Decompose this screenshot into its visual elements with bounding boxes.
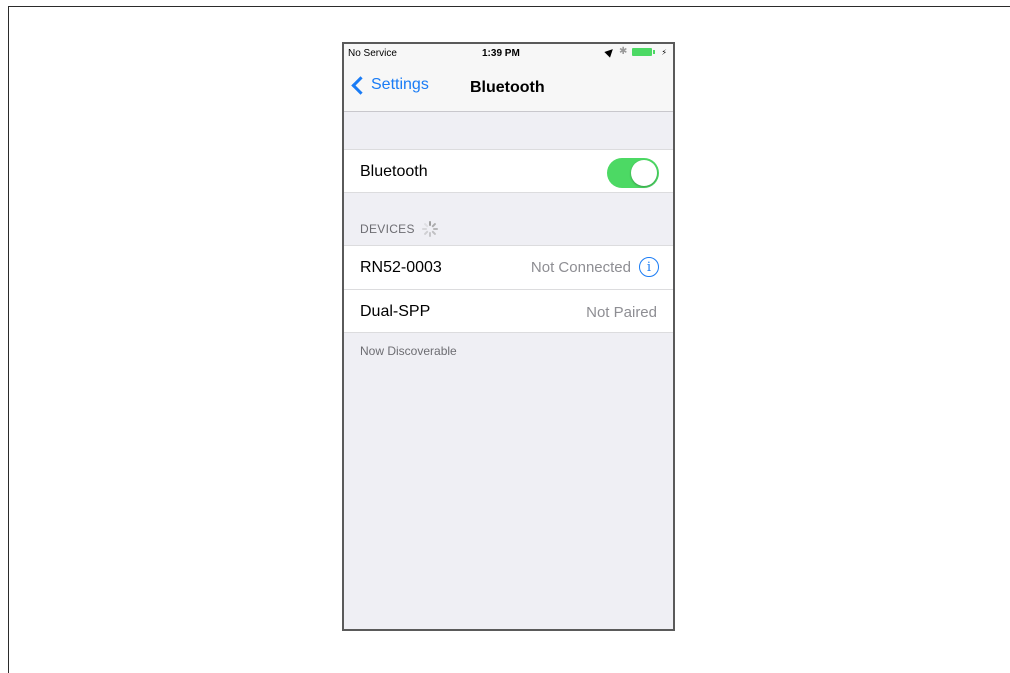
- toggle-knob: [631, 160, 657, 186]
- status-bar: No Service 1:39 PM ✱ ⚡: [344, 44, 673, 64]
- device-row-dual-spp[interactable]: Dual-SPP Not Paired: [344, 289, 673, 333]
- navigation-bar: Settings Bluetooth: [344, 64, 673, 112]
- device-name: RN52-0003: [360, 259, 442, 276]
- bluetooth-toggle[interactable]: [607, 158, 659, 188]
- location-arrow-icon: [604, 46, 616, 58]
- page-title: Bluetooth: [470, 79, 545, 96]
- frame-border-top: [8, 6, 1010, 7]
- device-name: Dual-SPP: [360, 303, 431, 320]
- discoverable-footer: Now Discoverable: [360, 344, 457, 358]
- bluetooth-icon: ✱: [618, 46, 628, 57]
- status-time: 1:39 PM: [482, 48, 520, 59]
- back-button[interactable]: Settings: [350, 75, 429, 95]
- devices-section-header: DEVICES: [360, 220, 439, 238]
- device-status-group: Not Connected i: [531, 257, 659, 277]
- frame-border-left: [8, 6, 9, 673]
- device-row-rn52[interactable]: RN52-0003 Not Connected i: [344, 245, 673, 289]
- chevron-left-icon: [351, 75, 370, 95]
- devices-header-label: DEVICES: [360, 222, 415, 236]
- battery-icon: [632, 48, 656, 56]
- status-icons: ✱ ⚡: [604, 46, 667, 58]
- page: No Service 1:39 PM ✱ ⚡ Settings Bluetoot…: [0, 0, 1010, 673]
- info-icon[interactable]: i: [639, 257, 659, 277]
- device-status: Not Paired: [586, 304, 657, 321]
- loading-spinner-icon: [421, 220, 439, 238]
- carrier-label: No Service: [348, 48, 397, 59]
- charging-bolt-icon: ⚡: [661, 47, 667, 57]
- bluetooth-row: Bluetooth: [344, 149, 673, 193]
- bluetooth-row-label: Bluetooth: [360, 163, 428, 180]
- back-button-label: Settings: [371, 76, 429, 93]
- phone-screen: No Service 1:39 PM ✱ ⚡ Settings Bluetoot…: [342, 42, 675, 631]
- device-status: Not Connected: [530, 258, 631, 276]
